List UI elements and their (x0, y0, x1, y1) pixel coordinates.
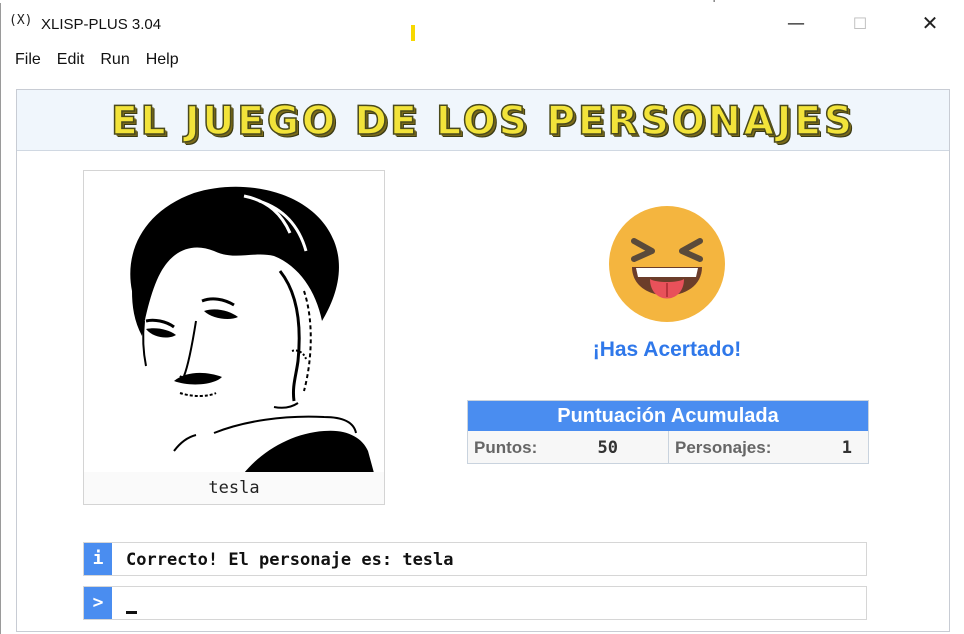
characters-value: 1 (841, 438, 852, 458)
yellow-cursor-marker (411, 25, 415, 41)
laughing-tongue-out-face-icon (608, 205, 726, 323)
score-header: Puntuación Acumulada (468, 401, 868, 431)
result-message: ¡Has Acertado! (592, 338, 742, 361)
menu-bar: File Edit Run Help (1, 47, 964, 75)
points-value: 50 (597, 438, 618, 458)
portrait-caption: tesla (83, 472, 385, 505)
info-message-line: i Correcto! El personaje es: tesla (83, 542, 867, 576)
points-label: Puntos: (474, 438, 538, 457)
maximize-button[interactable]: ☐ (837, 3, 883, 43)
characters-label: Personajes: (675, 438, 772, 457)
title-bar: (X) XLISP-PLUS 3.04 — ☐ ✕ (1, 3, 964, 43)
score-panel: Puntuación Acumulada Puntos: 50 Personaj… (467, 400, 869, 464)
minimize-icon: — (787, 12, 805, 34)
menu-run[interactable]: Run (92, 47, 137, 75)
minimize-button[interactable]: — (773, 3, 819, 43)
maximize-icon: ☐ (852, 13, 868, 33)
game-panel: EL JUEGO DE LOS PERSONAJES tesla ¡Has Ac… (16, 89, 950, 632)
close-icon: ✕ (921, 11, 939, 35)
menu-help[interactable]: Help (138, 47, 187, 75)
character-portrait (83, 170, 385, 474)
banner: EL JUEGO DE LOS PERSONAJES (17, 90, 949, 151)
text-cursor (126, 611, 137, 614)
points-cell: Puntos: 50 (468, 431, 668, 463)
close-button[interactable]: ✕ (907, 3, 953, 43)
menu-edit[interactable]: Edit (49, 47, 93, 75)
portrait-sketch-image (130, 186, 374, 473)
xlisp-app-icon: (X) (9, 13, 33, 28)
banner-title: EL JUEGO DE LOS PERSONAJES (110, 98, 856, 145)
xlisp-window: (X) XLISP-PLUS 3.04 — ☐ ✕ File Edit Run … (0, 3, 964, 634)
prompt-icon: > (84, 587, 112, 619)
menu-file[interactable]: File (1, 47, 49, 75)
info-message-text: Correcto! El personaje es: tesla (126, 550, 454, 570)
characters-cell: Personajes: 1 (668, 431, 868, 463)
score-row: Puntos: 50 Personajes: 1 (468, 431, 868, 463)
info-icon: i (84, 543, 112, 575)
command-input[interactable]: > (83, 586, 867, 620)
window-title: XLISP-PLUS 3.04 (41, 16, 162, 33)
